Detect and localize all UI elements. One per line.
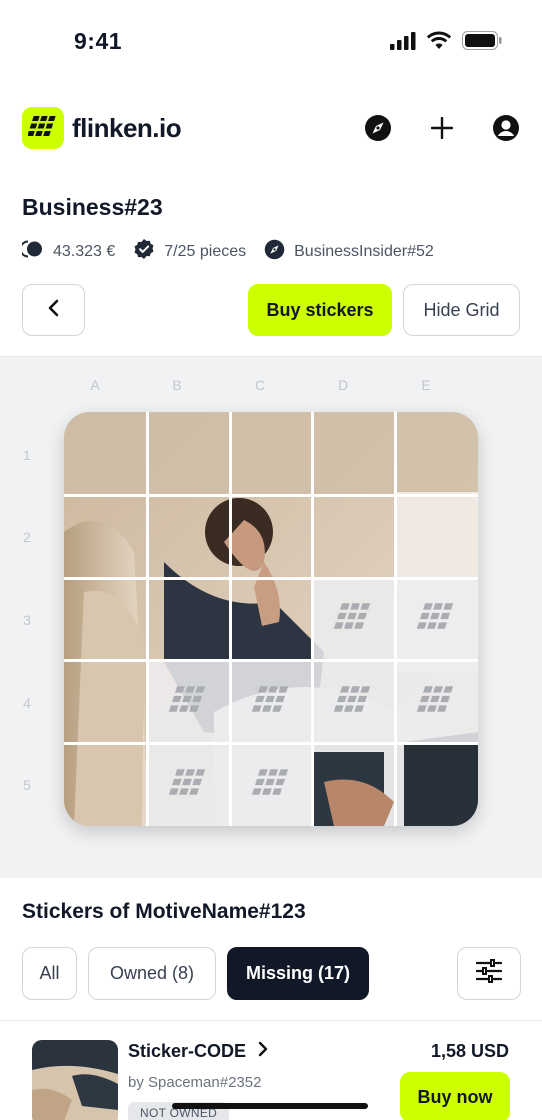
divider (0, 1020, 542, 1021)
logo-grid-icon (250, 768, 294, 801)
account-icon[interactable] (492, 114, 520, 142)
meta-value-text: 43.323 € (53, 242, 116, 260)
logo[interactable] (22, 107, 64, 149)
filter-owned-button[interactable]: Owned (8) (88, 947, 216, 1000)
meta-pieces-text: 7/25 pieces (164, 242, 247, 260)
meta-value: 43.323 € (19, 240, 116, 263)
logo-grid-icon (332, 685, 376, 718)
logo-grid-icon (167, 768, 211, 801)
grid-row-label: 5 (23, 777, 31, 793)
motive-meta: 43.323 € 7/25 pieces BusinessInsider#52 (19, 238, 452, 265)
filter-all-button[interactable]: All (22, 947, 77, 1000)
grid-line (146, 412, 149, 826)
meta-owner-text: BusinessInsider#52 (294, 242, 434, 260)
sticker-thumbnail (32, 1040, 118, 1120)
filter-settings-button[interactable] (457, 947, 521, 1000)
missing-piece[interactable] (312, 660, 395, 743)
meta-owner[interactable]: BusinessInsider#52 (264, 239, 434, 265)
grid-column-label: C (254, 377, 266, 393)
grid-row-label: 1 (23, 447, 31, 463)
logo-grid-icon (167, 685, 211, 718)
sticker-owner: by Spaceman#2352 (128, 1074, 262, 1091)
page-title: Business#23 (22, 194, 163, 220)
grid-row-label: 4 (23, 695, 31, 711)
header-actions (364, 114, 520, 142)
missing-piece[interactable] (147, 660, 230, 743)
grid-line (64, 577, 478, 580)
missing-piece[interactable] (147, 743, 230, 826)
sticker-price: 1,58 USD (430, 1041, 509, 1061)
compass-icon (264, 239, 285, 265)
compass-icon[interactable] (364, 114, 392, 142)
grid-line (311, 412, 314, 826)
grid-column-label: E (421, 377, 431, 393)
stickers-section-title: Stickers of MotiveName#123 (22, 900, 306, 923)
battery-icon (462, 31, 502, 55)
app-header: flinken.io (22, 106, 520, 150)
logo-grid-icon (415, 685, 459, 718)
grid-line (229, 412, 232, 826)
missing-piece[interactable] (312, 577, 395, 660)
verified-badge-icon (133, 238, 155, 265)
grid-line (64, 742, 478, 745)
logo-grid-icon (415, 602, 459, 635)
puzzle-grid-area: A B C D E 1 2 3 4 5 (0, 356, 542, 878)
status-icons (390, 31, 502, 55)
grid-line (394, 412, 397, 826)
chevron-right-icon (258, 1041, 268, 1062)
sticker-name[interactable]: Sticker-CODE (128, 1041, 268, 1062)
grid-line (64, 494, 478, 497)
sliders-icon (475, 959, 503, 988)
filter-missing-button[interactable]: Missing (17) (227, 947, 369, 1000)
grid-line (64, 659, 478, 662)
status-time: 9:41 (74, 28, 123, 54)
logo-grid-icon (27, 115, 58, 142)
home-indicator (172, 1103, 368, 1109)
buy-stickers-button[interactable]: Buy stickers (248, 284, 392, 336)
chevron-left-icon (47, 299, 61, 322)
signal-icon (390, 31, 416, 55)
missing-piece[interactable] (395, 577, 478, 660)
grid-column-label: A (90, 377, 100, 393)
missing-piece[interactable] (395, 660, 478, 743)
logo-grid-icon (250, 685, 294, 718)
back-button[interactable] (22, 284, 85, 336)
puzzle-image[interactable] (64, 412, 478, 826)
hide-grid-button[interactable]: Hide Grid (403, 284, 520, 336)
buy-now-button[interactable]: Buy now (400, 1072, 510, 1120)
wifi-icon (426, 31, 452, 55)
logo-grid-icon (332, 602, 376, 635)
missing-piece[interactable] (230, 743, 313, 826)
status-bar: 9:41 (0, 0, 542, 80)
sticker-name-text: Sticker-CODE (128, 1041, 247, 1061)
grid-row-label: 3 (23, 612, 31, 628)
plus-icon[interactable] (428, 114, 456, 142)
missing-piece[interactable] (230, 660, 313, 743)
meta-pieces: 7/25 pieces (133, 238, 246, 265)
grid-column-label: B (172, 377, 182, 393)
grid-row-label: 2 (23, 529, 31, 545)
logo-text: flinken.io (72, 112, 182, 143)
grid-column-label: D (337, 377, 349, 393)
coins-icon (19, 240, 44, 263)
